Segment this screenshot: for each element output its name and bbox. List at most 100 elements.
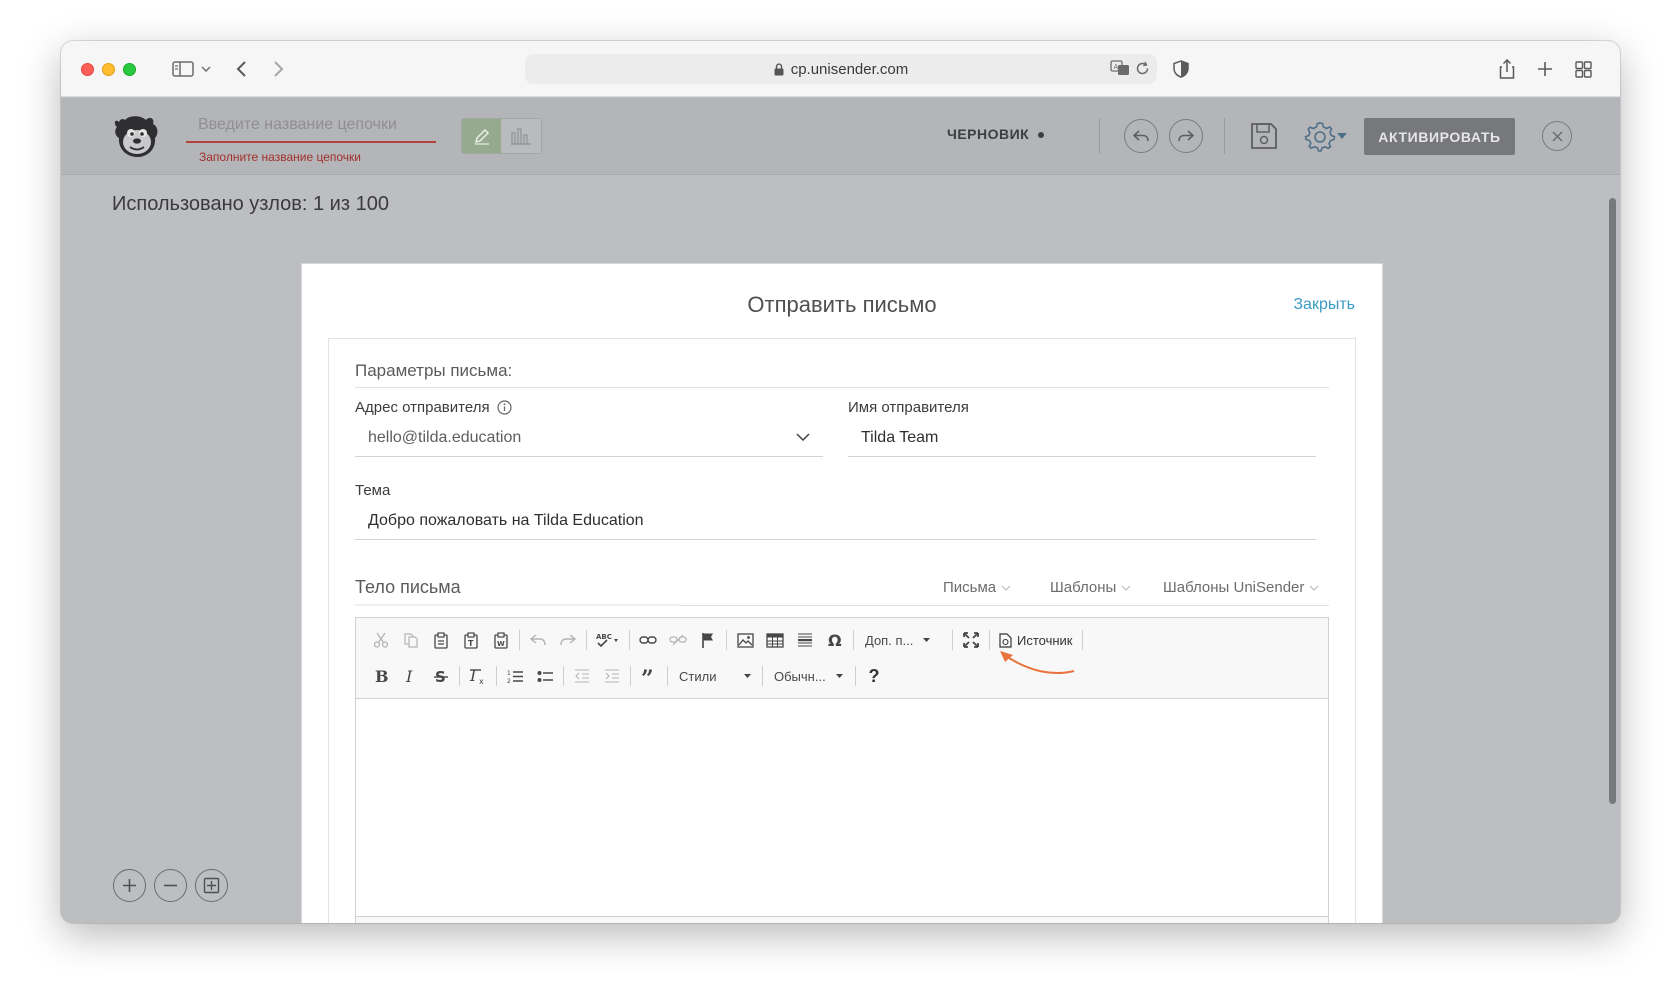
paste-icon[interactable] xyxy=(426,626,456,654)
unisender-templates-menu[interactable]: Шаблоны UniSender xyxy=(1163,579,1319,596)
toolbar-separator xyxy=(563,666,564,686)
app-area: Введите название цепочки Заполните назва… xyxy=(61,98,1620,923)
unlink-icon[interactable] xyxy=(663,626,693,654)
close-window-button[interactable] xyxy=(81,63,94,76)
zoom-in-button[interactable] xyxy=(113,869,146,902)
back-icon[interactable] xyxy=(231,57,251,81)
stats-mode-button[interactable] xyxy=(501,119,541,153)
copy-icon[interactable] xyxy=(396,626,426,654)
image-icon[interactable] xyxy=(730,626,760,654)
bullet-list-icon[interactable] xyxy=(530,662,560,690)
sidebar-toggle-icon[interactable] xyxy=(165,57,201,81)
minimize-window-button[interactable] xyxy=(102,63,115,76)
extra-combo[interactable]: Доп. п... xyxy=(857,626,949,654)
address-bar[interactable]: cp.unisender.com A xyxy=(525,54,1157,84)
numbered-list-icon[interactable]: 12 xyxy=(500,662,530,690)
activate-button[interactable]: АКТИВИРОВАТЬ xyxy=(1364,118,1515,155)
chevron-down-icon[interactable] xyxy=(198,57,214,81)
editor-status-bar: body p xyxy=(356,916,1328,923)
page-scrollbar[interactable] xyxy=(1609,198,1616,804)
caret-down-icon xyxy=(744,674,752,678)
format-combo[interactable]: Обычн... xyxy=(766,662,852,690)
toolbar-separator xyxy=(853,630,854,650)
subject-field[interactable]: Добро пожаловать на Tilda Education xyxy=(355,504,1316,540)
blockquote-icon[interactable]: ” xyxy=(634,662,664,690)
share-icon[interactable] xyxy=(1497,57,1517,81)
toolbar-separator xyxy=(989,630,990,650)
email-body-editor: T W ABC Ω Доп. п... Источник B I S I x 1… xyxy=(355,617,1329,923)
redo-button[interactable] xyxy=(1169,119,1203,153)
horizontal-rule-icon[interactable] xyxy=(790,626,820,654)
chevron-down-icon xyxy=(1001,585,1011,591)
reload-icon[interactable] xyxy=(1135,61,1150,76)
sender-address-label: Адрес отправителя xyxy=(355,399,512,416)
templates-menu[interactable]: Шаблоны xyxy=(1050,579,1131,596)
link-icon[interactable] xyxy=(633,626,663,654)
lock-icon xyxy=(774,62,784,76)
redo-icon xyxy=(1178,130,1195,142)
fit-screen-button[interactable] xyxy=(195,869,228,902)
remove-format-icon[interactable]: Ix xyxy=(463,662,493,690)
unisender-logo[interactable] xyxy=(111,112,161,160)
toolbar-separator xyxy=(459,666,460,686)
tab-overview-icon[interactable] xyxy=(1573,57,1593,81)
zoom-window-button[interactable] xyxy=(123,63,136,76)
toolbar-separator xyxy=(952,630,953,650)
help-button[interactable]: ? xyxy=(859,662,889,690)
cut-icon[interactable] xyxy=(366,626,396,654)
undo-button[interactable] xyxy=(1124,119,1158,153)
translate-icon[interactable]: A xyxy=(1110,60,1130,76)
shield-icon[interactable] xyxy=(1171,57,1191,81)
browser-window: cp.unisender.com A Введите название цепо… xyxy=(61,41,1620,923)
outdent-icon[interactable] xyxy=(567,662,597,690)
zoom-out-button[interactable] xyxy=(154,869,187,902)
maximize-icon[interactable] xyxy=(956,626,986,654)
sender-name-field[interactable]: Tilda Team xyxy=(848,421,1316,457)
toolbar-separator xyxy=(630,666,631,686)
svg-text:I: I xyxy=(405,668,413,684)
redo-icon[interactable] xyxy=(553,626,583,654)
url-text: cp.unisender.com xyxy=(790,60,909,78)
toolbar-row-2: B I S Ix 12 ” Стили Обычн... ? xyxy=(366,662,889,690)
sender-address-select[interactable]: hello@tilda.education xyxy=(355,421,823,457)
strikethrough-icon[interactable]: S xyxy=(426,662,456,690)
bar-chart-icon xyxy=(511,128,531,145)
anchor-flag-icon[interactable] xyxy=(693,626,723,654)
subject-label: Тема xyxy=(355,482,391,499)
new-tab-icon[interactable] xyxy=(1535,57,1555,81)
special-char-icon[interactable]: Ω xyxy=(820,626,850,654)
status-badge: ЧЕРНОВИК xyxy=(947,126,1045,142)
divider xyxy=(355,387,1329,388)
save-icon[interactable] xyxy=(1248,118,1280,154)
svg-text:W: W xyxy=(497,640,505,648)
pencil-icon xyxy=(474,128,489,145)
toolbar-separator xyxy=(519,630,520,650)
subject-value: Добро пожаловать на Tilda Education xyxy=(368,512,644,529)
modal-close-link[interactable]: Закрыть xyxy=(1293,296,1355,314)
undo-icon[interactable] xyxy=(523,626,553,654)
caret-down-icon xyxy=(835,674,843,678)
settings-gear-icon[interactable] xyxy=(1302,118,1338,154)
settings-caret-icon[interactable] xyxy=(1335,130,1349,142)
close-editor-button[interactable] xyxy=(1542,121,1572,151)
toolbar-separator xyxy=(629,630,630,650)
info-icon[interactable] xyxy=(496,400,512,415)
svg-text:B: B xyxy=(375,668,388,684)
chain-name-input[interactable]: Введите название цепочки xyxy=(186,110,436,143)
spellcheck-icon[interactable]: ABC xyxy=(590,626,626,654)
editor-content-area[interactable] xyxy=(356,699,1328,917)
forward-icon[interactable] xyxy=(269,57,289,81)
indent-icon[interactable] xyxy=(597,662,627,690)
paste-text-icon[interactable]: T xyxy=(456,626,486,654)
paste-word-icon[interactable]: W xyxy=(486,626,516,654)
svg-text:A: A xyxy=(1114,63,1119,71)
bold-icon[interactable]: B xyxy=(366,662,396,690)
styles-combo[interactable]: Стили xyxy=(671,662,759,690)
italic-icon[interactable]: I xyxy=(396,662,426,690)
letters-menu[interactable]: Письма xyxy=(943,579,1011,596)
edit-mode-button[interactable] xyxy=(462,119,502,153)
status-text: ЧЕРНОВИК xyxy=(947,126,1030,142)
chevron-down-icon xyxy=(1309,585,1319,591)
table-icon[interactable] xyxy=(760,626,790,654)
fit-screen-icon xyxy=(203,877,220,894)
